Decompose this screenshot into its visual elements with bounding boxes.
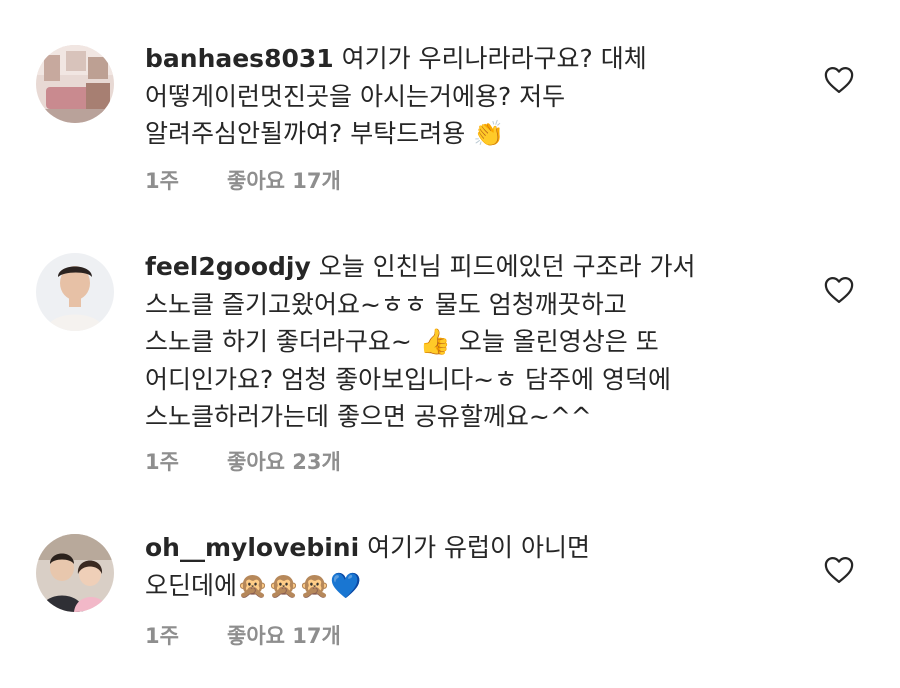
heart-icon[interactable] [824,276,856,306]
comment-likes[interactable]: 좋아요 17개 [227,620,341,650]
avatar[interactable] [36,534,114,612]
comment-likes[interactable]: 좋아요 23개 [227,446,341,476]
comment-meta: 1주 좋아요 17개 [145,620,341,650]
comment-time[interactable]: 1주 [145,446,227,476]
comment-time[interactable]: 1주 [145,165,227,195]
comment-likes[interactable]: 좋아요 17개 [227,165,341,195]
comment-meta: 1주 좋아요 23개 [145,446,341,476]
comment-username[interactable]: oh__mylovebini [145,533,359,562]
comment-meta: 1주 좋아요 17개 [145,165,341,195]
comment-time[interactable]: 1주 [145,620,227,650]
comment-username[interactable]: banhaes8031 [145,44,334,73]
heart-icon[interactable] [824,556,856,586]
heart-icon[interactable] [824,66,856,96]
comment-username[interactable]: feel2goodjy [145,252,311,281]
avatar[interactable] [36,253,114,331]
avatar[interactable] [36,45,114,123]
